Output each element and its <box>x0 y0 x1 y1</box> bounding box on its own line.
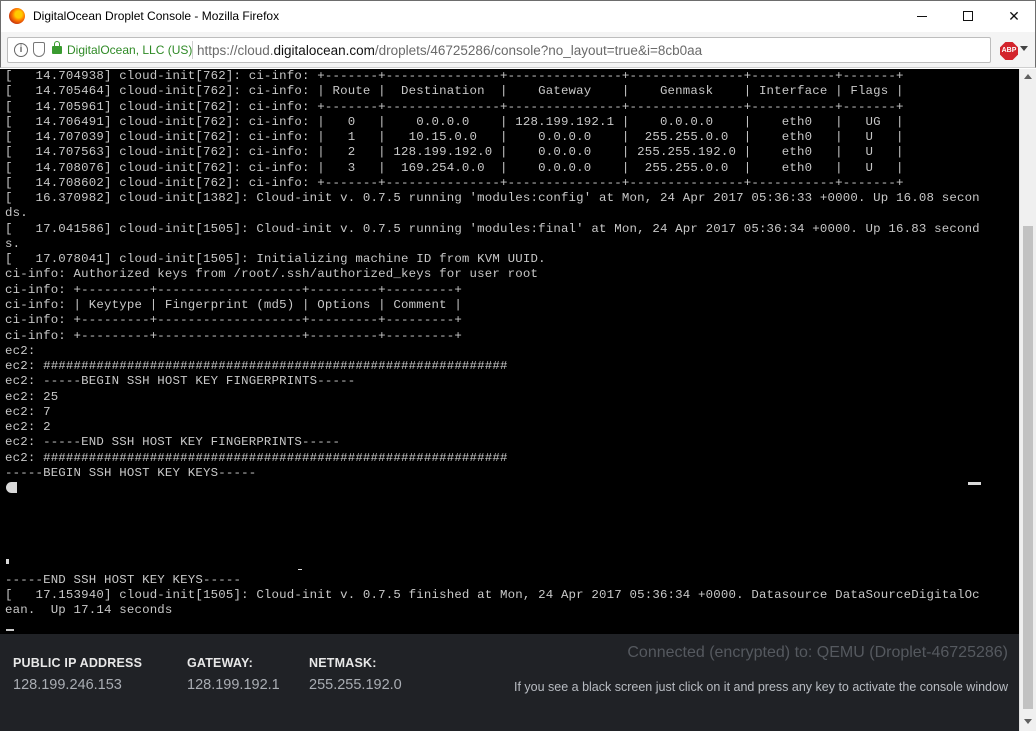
url-text[interactable]: https://cloud.digitalocean.com/droplets/… <box>197 43 702 58</box>
tracking-shield-icon[interactable] <box>33 42 45 57</box>
close-icon: ✕ <box>1008 7 1020 24</box>
info-icon[interactable]: i <box>14 43 28 57</box>
console-line: ec2: ###################################… <box>5 359 508 374</box>
console-artifact <box>298 569 302 570</box>
console-screen[interactable]: [ 14.704938] cloud-init[762]: ci-info: +… <box>0 69 1019 634</box>
minimize-button[interactable] <box>899 1 945 31</box>
netmask-block: NETMASK: 255.255.192.0 <box>309 656 402 693</box>
adblock-plus-icon[interactable]: ABP <box>1000 42 1018 60</box>
maximize-icon <box>963 11 973 21</box>
console-line: ci-info: +---------+-------------------+… <box>5 313 462 328</box>
public-ip-value: 128.199.246.153 <box>13 677 122 693</box>
console-line: [ 14.707563] cloud-init[762]: ci-info: |… <box>5 145 904 160</box>
console-line: [ 14.705464] cloud-init[762]: ci-info: |… <box>5 84 904 99</box>
netmask-label: NETMASK: <box>309 656 377 670</box>
console-line: ec2: -----END SSH HOST KEY FINGERPRINTS-… <box>5 435 341 450</box>
console-line: [ 17.153940] cloud-init[1505]: Cloud-ini… <box>5 588 980 603</box>
console-output: [ 14.704938] cloud-init[762]: ci-info: +… <box>5 69 980 619</box>
minimize-icon <box>917 15 927 17</box>
scroll-down-arrow-icon[interactable] <box>1024 719 1032 724</box>
window-titlebar: DigitalOcean Droplet Console - Mozilla F… <box>0 0 1036 32</box>
public-ip-label: PUBLIC IP ADDRESS <box>13 656 143 670</box>
console-line: [ 14.708076] cloud-init[762]: ci-info: |… <box>5 160 904 175</box>
console-artifact <box>6 482 17 493</box>
console-line: ec2: ###################################… <box>5 450 508 465</box>
gateway-block: GATEWAY: 128.199.192.1 <box>187 656 280 693</box>
url-path: /droplets/46725286/console?no_layout=tru… <box>374 43 703 58</box>
console-line: ds. <box>5 206 28 221</box>
navigation-bar: i DigitalOcean, LLC (US) https://cloud.d… <box>0 32 1036 68</box>
public-ip-block: PUBLIC IP ADDRESS 128.199.246.153 <box>13 656 142 693</box>
url-prefix: https://cloud. <box>197 43 274 58</box>
console-line: s. <box>5 236 21 251</box>
close-button[interactable]: ✕ <box>991 1 1036 31</box>
window-title: DigitalOcean Droplet Console - Mozilla F… <box>33 9 280 23</box>
firefox-icon <box>9 8 25 24</box>
maximize-button[interactable] <box>945 1 991 31</box>
console-line: ec2: 2 <box>5 420 51 435</box>
console-line: -----BEGIN SSH HOST KEY KEYS----- <box>5 465 257 480</box>
console-line: ci-info: Authorized keys from /root/.ssh… <box>5 267 539 282</box>
console-line: ci-info: +---------+-------------------+… <box>5 328 462 343</box>
console-artifact <box>6 559 9 564</box>
console-line: -----END SSH HOST KEY KEYS----- <box>5 572 242 587</box>
console-line: [ 14.708602] cloud-init[762]: ci-info: +… <box>5 175 904 190</box>
console-line: [ 14.706491] cloud-init[762]: ci-info: |… <box>5 114 904 129</box>
url-domain: digitalocean.com <box>273 43 375 58</box>
console-line: [ 17.078041] cloud-init[1505]: Initializ… <box>5 252 546 267</box>
url-separator <box>192 41 193 59</box>
console-artifact <box>968 482 981 485</box>
console-line: [ 14.707039] cloud-init[762]: ci-info: |… <box>5 130 904 145</box>
console-line: [ 17.041586] cloud-init[1505]: Cloud-ini… <box>5 221 980 236</box>
netmask-value: 255.255.192.0 <box>309 677 402 693</box>
page-scrollbar[interactable] <box>1019 69 1036 731</box>
console-line: [ 16.370982] cloud-init[1382]: Cloud-ini… <box>5 191 980 206</box>
console-hint: If you see a black screen just click on … <box>513 680 1008 694</box>
console-line: ec2: 7 <box>5 404 51 419</box>
adblock-menu-chevron-icon[interactable] <box>1020 46 1028 51</box>
site-identity[interactable]: DigitalOcean, LLC (US) <box>67 43 192 57</box>
console-line: ean. Up 17.14 seconds <box>5 603 173 618</box>
gateway-value: 128.199.192.1 <box>187 677 280 693</box>
lock-icon[interactable] <box>52 41 62 54</box>
console-line: ec2: 25 <box>5 389 59 404</box>
console-line: ec2: <box>5 343 36 358</box>
connection-status: Connected (encrypted) to: QEMU (Droplet-… <box>627 644 1008 661</box>
gateway-label: GATEWAY: <box>187 656 253 670</box>
console-cursor <box>6 629 14 631</box>
url-field[interactable]: i DigitalOcean, LLC (US) https://cloud.d… <box>7 37 991 63</box>
console-line: ci-info: | Keytype | Fingerprint (md5) |… <box>5 297 462 312</box>
console-info-bar: PUBLIC IP ADDRESS 128.199.246.153 GATEWA… <box>0 634 1019 731</box>
console-line: [ 14.705961] cloud-init[762]: ci-info: +… <box>5 99 904 114</box>
console-line: [ 14.704938] cloud-init[762]: ci-info: +… <box>5 69 904 83</box>
scroll-thumb[interactable] <box>1023 226 1033 709</box>
console-line: ci-info: +---------+-------------------+… <box>5 282 462 297</box>
console-line: ec2: -----BEGIN SSH HOST KEY FINGERPRINT… <box>5 374 356 389</box>
scroll-up-arrow-icon[interactable] <box>1024 74 1032 79</box>
